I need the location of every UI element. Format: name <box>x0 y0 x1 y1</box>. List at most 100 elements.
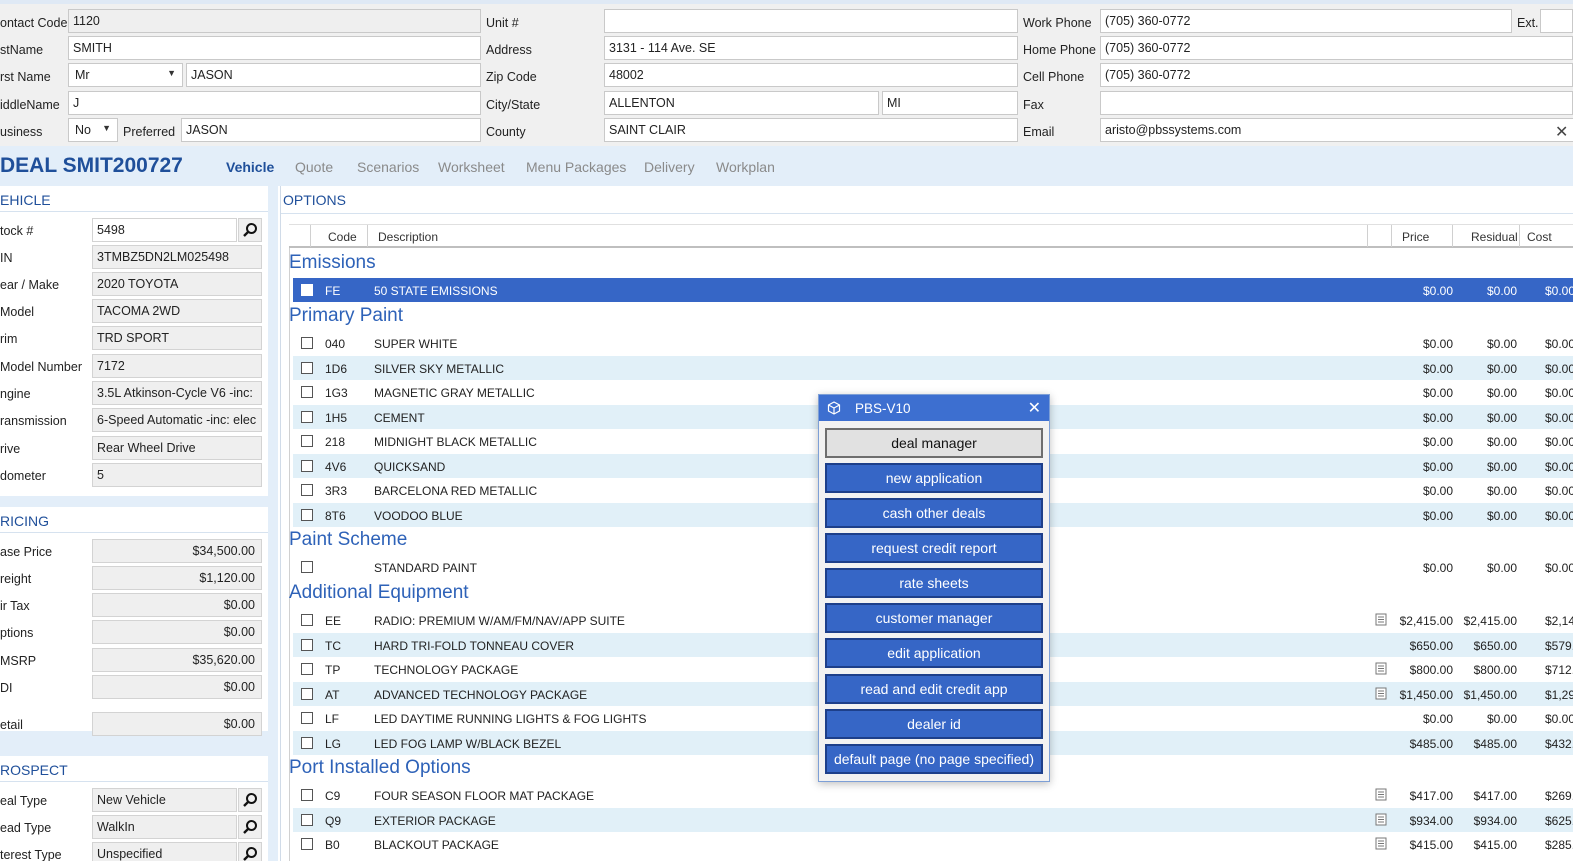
model-field[interactable]: TACOMA 2WD <box>92 299 262 323</box>
option-row[interactable]: 040 SUPER WHITE $0.00 $0.00 $0.00 <box>293 331 1573 355</box>
deal-manager-button[interactable]: deal manager <box>825 428 1043 458</box>
option-checkbox[interactable] <box>301 337 313 349</box>
option-checkbox[interactable] <box>301 386 313 398</box>
tab-worksheet[interactable]: Worksheet <box>438 159 505 175</box>
retail-field[interactable]: $0.00 <box>92 712 262 736</box>
close-icon[interactable]: ✕ <box>1028 398 1041 418</box>
zip-field[interactable]: 48002 <box>604 63 1018 87</box>
column-residual[interactable]: Residual <box>1471 230 1518 244</box>
pdi-field[interactable]: $0.00 <box>92 675 262 699</box>
option-checkbox[interactable] <box>301 410 313 423</box>
freight-field[interactable]: $1,120.00 <box>92 566 262 590</box>
edit-application-button[interactable]: edit application <box>825 638 1043 668</box>
msrp-field[interactable]: $35,620.00 <box>92 648 262 672</box>
model-number-field[interactable]: 7172 <box>92 354 262 378</box>
option-checkbox[interactable] <box>301 284 313 296</box>
tab-delivery[interactable]: Delivery <box>644 159 695 175</box>
unit-field[interactable] <box>604 9 1018 33</box>
note-icon[interactable] <box>1375 788 1387 801</box>
vehicle-card: EHICLE tock # 5498 IN 3TMBZ5DN2LM025498 … <box>0 186 268 496</box>
read-and-edit-credit-app-button[interactable]: read and edit credit app <box>825 674 1043 704</box>
contact-code-field[interactable]: 1120 <box>68 9 481 33</box>
options-price-field[interactable]: $0.00 <box>92 620 262 644</box>
option-checkbox[interactable] <box>301 508 313 521</box>
option-checkbox[interactable] <box>301 638 313 651</box>
rate-sheets-button[interactable]: rate sheets <box>825 568 1043 598</box>
request-credit-report-button[interactable]: request credit report <box>825 533 1043 563</box>
salutation-dropdown[interactable]: Mr ▼ <box>68 63 183 87</box>
note-icon[interactable] <box>1375 662 1387 675</box>
year-make-field[interactable]: 2020 TOYOTA <box>92 272 262 296</box>
tab-scenarios[interactable]: Scenarios <box>357 159 419 175</box>
column-cost[interactable]: Cost <box>1527 230 1552 244</box>
stock-search-button[interactable] <box>238 218 262 242</box>
dealer-id-button[interactable]: dealer id <box>825 709 1043 739</box>
cell-phone-field[interactable]: (705) 360-0772 <box>1100 63 1573 87</box>
option-checkbox[interactable] <box>301 712 313 724</box>
column-code[interactable]: Code <box>328 230 357 244</box>
option-checkbox[interactable] <box>301 813 313 826</box>
customer-manager-button[interactable]: customer manager <box>825 603 1043 633</box>
note-icon[interactable] <box>1375 813 1387 826</box>
trim-field[interactable]: TRD SPORT <box>92 326 262 350</box>
deal-type-field[interactable]: New Vehicle <box>92 788 237 812</box>
vin-field[interactable]: 3TMBZ5DN2LM025498 <box>92 245 262 269</box>
option-checkbox[interactable] <box>301 789 313 801</box>
option-row[interactable]: 1D6 SILVER SKY METALLIC $0.00 $0.00 $0.00 <box>293 355 1573 380</box>
city-field[interactable]: ALLENTON <box>604 91 879 115</box>
county-field[interactable]: SAINT CLAIR <box>604 118 1018 142</box>
preferred-field[interactable]: JASON <box>181 118 481 142</box>
stock-field[interactable]: 5498 <box>92 218 237 242</box>
drive-field[interactable]: Rear Wheel Drive <box>92 436 262 460</box>
option-checkbox[interactable] <box>301 484 313 496</box>
clear-email-icon[interactable]: ✕ <box>1555 122 1568 142</box>
transmission-field[interactable]: 6-Speed Automatic -inc: elec <box>92 408 262 432</box>
odometer-row: dometer 5 <box>0 463 268 489</box>
odometer-field[interactable]: 5 <box>92 463 262 487</box>
interest-type-search-button[interactable] <box>238 842 262 861</box>
note-icon[interactable] <box>1375 687 1387 700</box>
address-field[interactable]: 3131 - 114 Ave. SE <box>604 36 1018 60</box>
tab-quote[interactable]: Quote <box>295 159 333 175</box>
lead-type-search-button[interactable] <box>238 815 262 839</box>
option-checkbox[interactable] <box>301 663 313 675</box>
work-phone-field[interactable]: (705) 360-0772 <box>1100 9 1512 33</box>
column-price[interactable]: Price <box>1402 230 1429 244</box>
interest-type-field[interactable]: Unspecified <box>92 842 237 861</box>
option-checkbox[interactable] <box>301 614 313 626</box>
option-checkbox[interactable] <box>301 459 313 472</box>
option-checkbox[interactable] <box>301 361 313 374</box>
air-tax-field[interactable]: $0.00 <box>92 593 262 617</box>
new-application-button[interactable]: new application <box>825 463 1043 493</box>
option-row[interactable]: Q9 EXTERIOR PACKAGE $934.00 $934.00 $625.00 <box>293 807 1573 832</box>
deal-type-search-button[interactable] <box>238 788 262 812</box>
column-description[interactable]: Description <box>378 230 438 244</box>
option-row[interactable]: FE 50 STATE EMISSIONS $0.00 $0.00 $0.00 <box>293 278 1573 302</box>
engine-field[interactable]: 3.5L Atkinson-Cycle V6 -inc: <box>92 381 262 405</box>
cash-other-deals-button[interactable]: cash other deals <box>825 498 1043 528</box>
option-checkbox[interactable] <box>301 561 313 573</box>
middle-name-field[interactable]: J <box>68 91 481 115</box>
note-icon[interactable] <box>1375 613 1387 626</box>
tab-menu-packages[interactable]: Menu Packages <box>526 159 626 175</box>
option-checkbox[interactable] <box>301 687 313 700</box>
tab-vehicle[interactable]: Vehicle <box>226 159 274 175</box>
note-icon[interactable] <box>1375 837 1387 850</box>
option-row[interactable]: B0 BLACKOUT PACKAGE $415.00 $415.00 $285.00 <box>293 832 1573 856</box>
base-price-field[interactable]: $34,500.00 <box>92 539 262 563</box>
ext-field[interactable] <box>1540 9 1573 33</box>
first-name-field[interactable]: JASON <box>186 63 481 87</box>
last-name-field[interactable]: SMITH <box>68 36 481 60</box>
home-phone-field[interactable]: (705) 360-0772 <box>1100 36 1573 60</box>
option-row[interactable]: C9 FOUR SEASON FLOOR MAT PACKAGE $417.00 $4… <box>293 783 1573 807</box>
lead-type-field[interactable]: WalkIn <box>92 815 237 839</box>
default-page-button[interactable]: default page (no page specified) <box>825 744 1043 774</box>
business-dropdown[interactable]: No ▼ <box>68 118 118 142</box>
email-field[interactable]: aristo@pbssystems.com <box>1100 118 1573 142</box>
option-checkbox[interactable] <box>301 435 313 447</box>
option-checkbox[interactable] <box>301 838 313 850</box>
tab-workplan[interactable]: Workplan <box>716 159 775 175</box>
option-checkbox[interactable] <box>301 736 313 749</box>
fax-field[interactable] <box>1100 91 1573 115</box>
state-field[interactable]: MI <box>882 91 1018 115</box>
